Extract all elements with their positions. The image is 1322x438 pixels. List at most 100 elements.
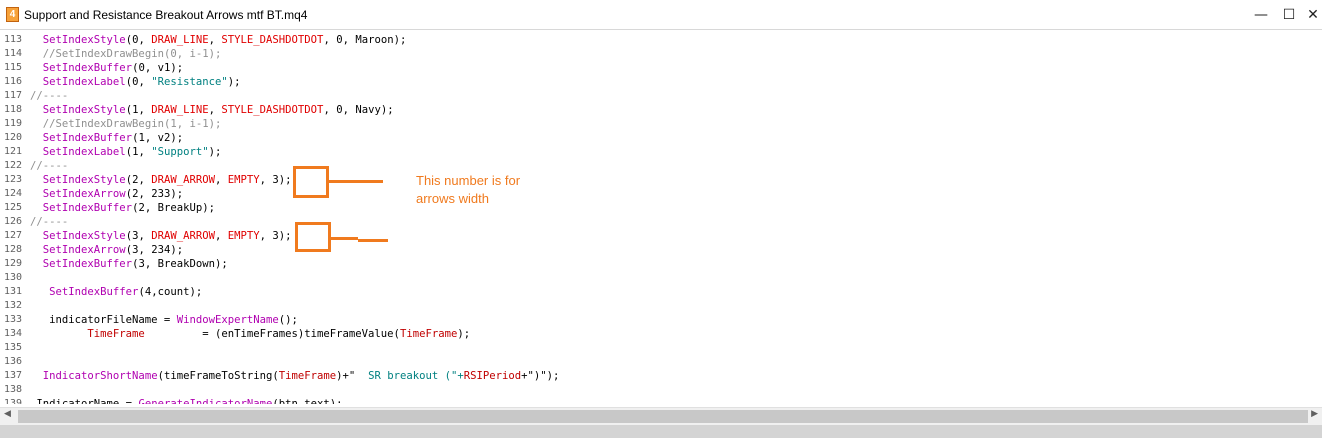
- code-token: //SetIndexDrawBegin(0, i-1);: [42, 48, 222, 60]
- code-text: SetIndexStyle(2, DRAW_ARROW, EMPTY, 3);: [30, 173, 292, 187]
- code-text: //SetIndexDrawBegin(0, i-1);: [30, 47, 222, 61]
- code-text: //----: [30, 159, 68, 173]
- code-line[interactable]: 125 SetIndexBuffer(2, BreakUp);: [0, 201, 1322, 215]
- code-line[interactable]: 127 SetIndexStyle(3, DRAW_ARROW, EMPTY, …: [0, 229, 1322, 243]
- code-token: ,: [214, 230, 228, 242]
- code-token: indicatorFileName =: [30, 314, 177, 326]
- code-token: //----: [30, 90, 69, 102]
- code-token: SetIndexArrow: [42, 244, 126, 256]
- code-token: SetIndexStyle: [42, 230, 126, 242]
- code-token: EMPTY: [227, 174, 260, 186]
- code-line[interactable]: 113 SetIndexStyle(0, DRAW_LINE, STYLE_DA…: [0, 33, 1322, 47]
- code-line[interactable]: 130: [0, 271, 1322, 285]
- code-text: SetIndexStyle(1, DRAW_LINE, STYLE_DASHDO…: [30, 103, 394, 117]
- highlight-box-line-123: [293, 166, 329, 198]
- code-text: SetIndexStyle(0, DRAW_LINE, STYLE_DASHDO…: [30, 33, 407, 47]
- code-line[interactable]: 134 TimeFrame = (enTimeFrames)timeFrameV…: [0, 327, 1322, 341]
- code-token: ,: [214, 174, 228, 186]
- code-text: SetIndexBuffer(4,count);: [30, 285, 202, 299]
- code-token: , 0, Navy);: [323, 104, 394, 116]
- code-token: );: [457, 328, 471, 340]
- close-button[interactable]: ✕: [1302, 4, 1322, 26]
- code-line[interactable]: 139 IndicatorName = GenerateIndicatorNam…: [0, 397, 1322, 404]
- code-line[interactable]: 119 //SetIndexDrawBegin(1, i-1);: [0, 117, 1322, 131]
- code-line[interactable]: 128 SetIndexArrow(3, 234);: [0, 243, 1322, 257]
- code-token: DRAW_LINE: [151, 34, 209, 46]
- code-token: (1,: [125, 146, 152, 158]
- code-token: (0, v1);: [132, 62, 184, 74]
- code-line[interactable]: 123 SetIndexStyle(2, DRAW_ARROW, EMPTY, …: [0, 173, 1322, 187]
- code-line[interactable]: 121 SetIndexLabel(1, "Support");: [0, 145, 1322, 159]
- line-number: 113: [4, 34, 23, 45]
- annotation-note-line1: This number is for: [416, 173, 521, 188]
- code-line[interactable]: 117 //----: [0, 89, 1322, 103]
- code-line[interactable]: 133 indicatorFileName = WindowExpertName…: [0, 313, 1322, 327]
- code-token: (4,count);: [138, 286, 203, 298]
- line-number: 139: [4, 398, 23, 404]
- code-line[interactable]: 118 SetIndexStyle(1, DRAW_LINE, STYLE_DA…: [0, 103, 1322, 117]
- line-number: 134: [4, 328, 23, 339]
- scroll-right-arrow-icon[interactable]: ▶: [1311, 409, 1318, 419]
- code-token: //----: [30, 216, 69, 228]
- code-token: EMPTY: [227, 230, 260, 242]
- code-token: GenerateIndicatorName: [138, 398, 273, 404]
- code-line[interactable]: 122 //----: [0, 159, 1322, 173]
- code-token: SetIndexBuffer: [42, 258, 133, 270]
- code-text: indicatorFileName = WindowExpertName();: [30, 313, 298, 327]
- code-token: DRAW_LINE: [151, 104, 209, 116]
- code-line[interactable]: 137 IndicatorShortName(timeFrameToString…: [0, 369, 1322, 383]
- code-editor[interactable]: 113 SetIndexStyle(0, DRAW_LINE, STYLE_DA…: [0, 31, 1322, 404]
- code-line[interactable]: 135: [0, 341, 1322, 355]
- code-token: IndicatorShortName: [42, 370, 158, 382]
- horizontal-scrollbar[interactable]: ◀ ▶: [0, 407, 1322, 425]
- line-number: 120: [4, 132, 23, 143]
- code-line[interactable]: 114 //SetIndexDrawBegin(0, i-1);: [0, 47, 1322, 61]
- maximize-button[interactable]: ☐: [1278, 4, 1300, 26]
- line-number: 121: [4, 146, 23, 157]
- code-token: (3, 234);: [125, 244, 184, 256]
- code-line[interactable]: 132: [0, 299, 1322, 313]
- annotation-note: This number is for arrows width: [416, 172, 520, 208]
- line-number: 130: [4, 272, 23, 283]
- code-token: +")");: [521, 370, 560, 382]
- code-line[interactable]: 124 SetIndexArrow(2, 233);: [0, 187, 1322, 201]
- line-number: 128: [4, 244, 23, 255]
- code-line[interactable]: 126 //----: [0, 215, 1322, 229]
- code-token: SetIndexLabel: [42, 146, 126, 158]
- code-token: );: [208, 146, 222, 158]
- line-number: 119: [4, 118, 23, 129]
- scrollbar-thumb[interactable]: [18, 410, 1308, 423]
- code-text: SetIndexLabel(0, "Resistance");: [30, 75, 241, 89]
- code-token: (0,: [125, 76, 152, 88]
- code-text: SetIndexBuffer(3, BreakDown);: [30, 257, 228, 271]
- minimize-button[interactable]: —: [1250, 4, 1272, 26]
- code-token: RSIPeriod: [463, 370, 522, 382]
- line-number: 133: [4, 314, 23, 325]
- code-line[interactable]: 129 SetIndexBuffer(3, BreakDown);: [0, 257, 1322, 271]
- code-token: TimeFrame: [399, 328, 458, 340]
- code-token: //----: [30, 160, 69, 172]
- code-line[interactable]: 131 SetIndexBuffer(4,count);: [0, 285, 1322, 299]
- code-line[interactable]: 138: [0, 383, 1322, 397]
- scroll-left-arrow-icon[interactable]: ◀: [4, 409, 11, 419]
- code-line[interactable]: 120 SetIndexBuffer(1, v2);: [0, 131, 1322, 145]
- line-number: 117: [4, 90, 23, 101]
- code-line[interactable]: 116 SetIndexLabel(0, "Resistance");: [0, 75, 1322, 89]
- code-token: , 3);: [259, 174, 292, 186]
- annotation-arrow-line-127b: [358, 239, 388, 242]
- code-token: , 3);: [259, 230, 292, 242]
- code-line[interactable]: 115 SetIndexBuffer(0, v1);: [0, 61, 1322, 75]
- annotation-arrow-line-127a: [331, 237, 358, 240]
- code-token: DRAW_ARROW: [151, 230, 215, 242]
- code-line[interactable]: 136: [0, 355, 1322, 369]
- code-text: SetIndexBuffer(0, v1);: [30, 61, 183, 75]
- code-token: WindowExpertName: [176, 314, 279, 326]
